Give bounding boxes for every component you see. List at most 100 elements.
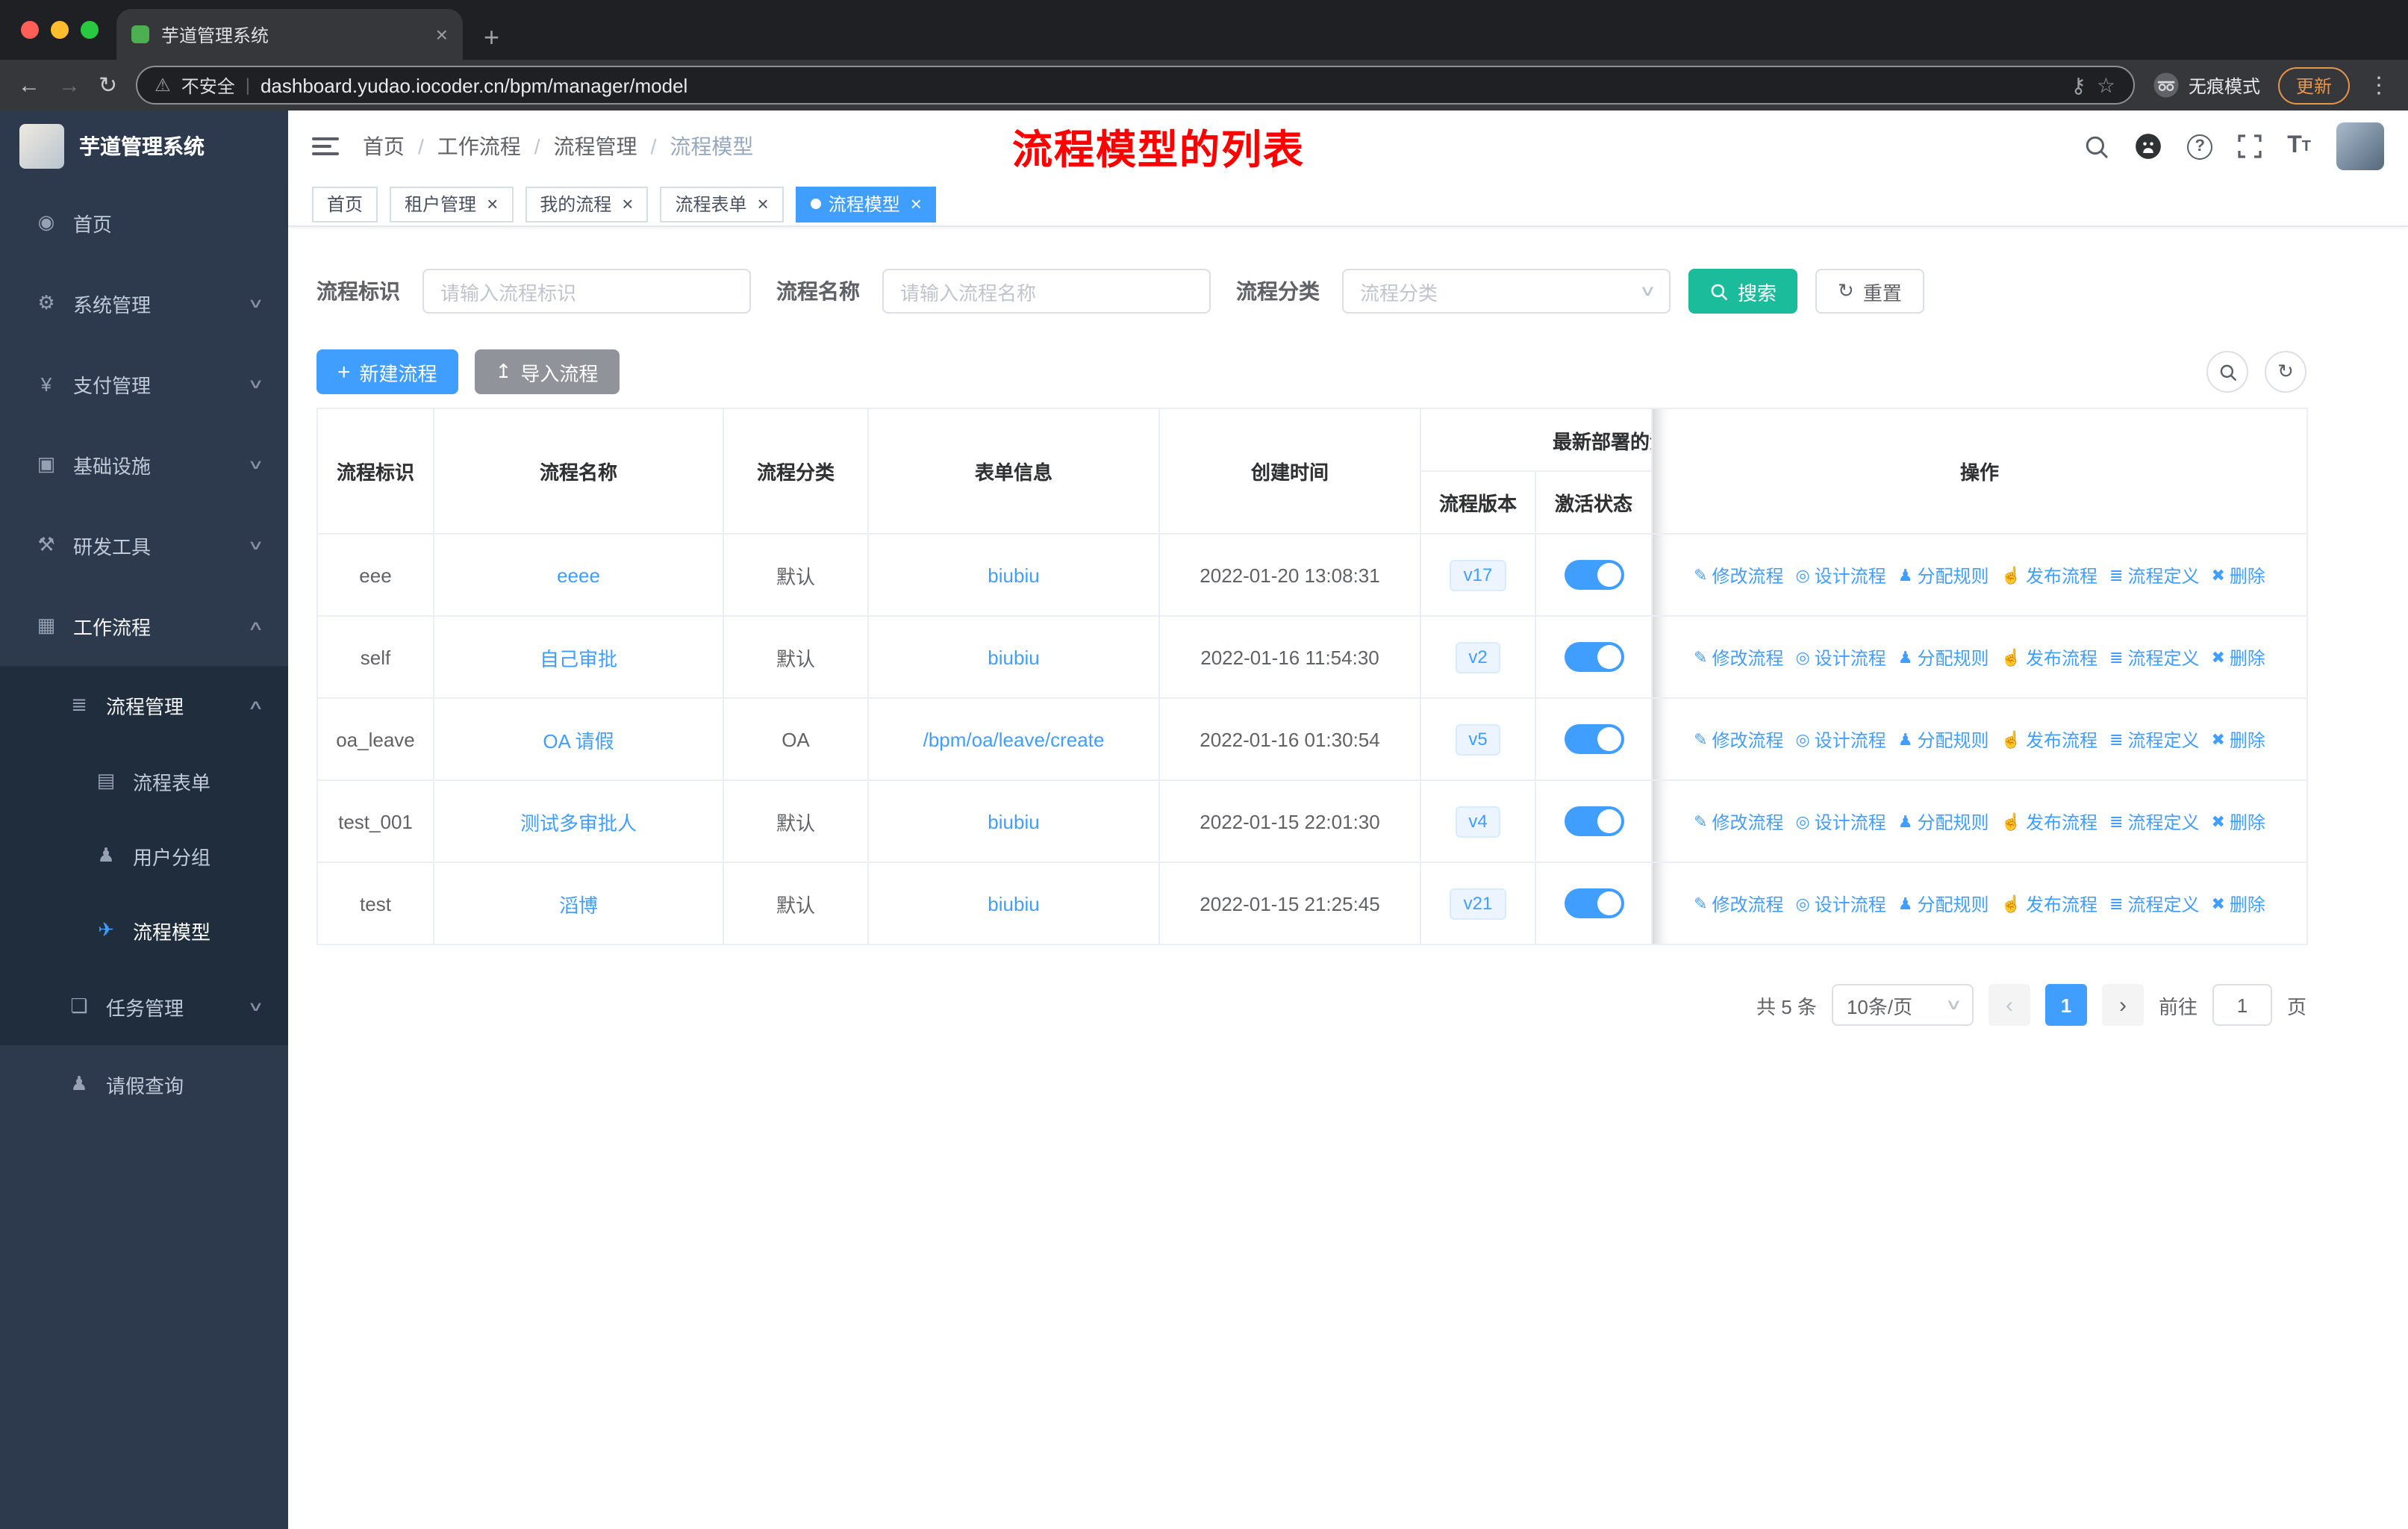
sidebar-item-task-management[interactable]: ❏ 任务管理 ∨ (0, 968, 288, 1045)
forward-button[interactable]: → (58, 72, 81, 98)
active-toggle[interactable] (1564, 888, 1623, 918)
password-key-icon[interactable]: ⚷ (2071, 72, 2086, 98)
action-modify-flow[interactable]: ✎ 修改流程 (1694, 891, 1783, 916)
form-info-link[interactable]: /bpm/oa/leave/create (923, 728, 1105, 750)
form-info-link[interactable]: biubiu (988, 646, 1039, 668)
tab-close-icon[interactable]: × (436, 22, 448, 46)
github-icon[interactable] (2135, 133, 2162, 160)
active-toggle[interactable] (1564, 724, 1623, 754)
action-flow-definition[interactable]: ≣ 流程定义 (2109, 644, 2199, 670)
back-button[interactable]: ← (18, 72, 40, 98)
collapse-sidebar-icon[interactable] (312, 137, 339, 155)
search-icon[interactable] (2084, 134, 2109, 159)
action-publish-flow[interactable]: ☝ 发布流程 (2001, 726, 2097, 752)
model-name-link[interactable]: OA 请假 (543, 729, 614, 752)
action-delete[interactable]: ✖ 删除 (2211, 644, 2265, 670)
action-design-flow[interactable]: ◎ 设计流程 (1796, 644, 1886, 670)
action-assign-rule[interactable]: ♟ 分配规则 (1898, 891, 1989, 916)
active-toggle[interactable] (1564, 642, 1623, 672)
user-avatar[interactable] (2336, 122, 2384, 170)
model-name-input[interactable]: 请输入流程名称 (882, 269, 1211, 314)
goto-page-input[interactable]: 1 (2212, 984, 2272, 1026)
browser-tab[interactable]: 芋道管理系统 × (116, 9, 463, 60)
breadcrumb-item[interactable]: 流程管理 (554, 131, 637, 161)
action-design-flow[interactable]: ◎ 设计流程 (1796, 726, 1886, 752)
action-flow-definition[interactable]: ≣ 流程定义 (2109, 891, 2199, 916)
form-info-link[interactable]: biubiu (988, 564, 1039, 586)
sidebar-item-infrastructure[interactable]: ▣ 基础设施 ∨ (0, 424, 288, 505)
font-size-icon[interactable]: TT (2287, 133, 2311, 160)
active-toggle[interactable] (1564, 806, 1623, 836)
sidebar-item-workflow[interactable]: ▦ 工作流程 ∧ (0, 585, 288, 666)
update-browser-button[interactable]: 更新 (2277, 66, 2350, 104)
search-button[interactable]: 搜索 (1688, 269, 1798, 314)
model-name-link[interactable]: 自己审批 (540, 647, 617, 670)
breadcrumb-item[interactable]: 工作流程 (437, 131, 521, 161)
action-design-flow[interactable]: ◎ 设计流程 (1796, 891, 1886, 916)
action-modify-flow[interactable]: ✎ 修改流程 (1694, 809, 1783, 834)
reload-button[interactable]: ↻ (99, 72, 117, 99)
form-info-link[interactable]: biubiu (988, 810, 1039, 832)
minimize-window-button[interactable] (51, 21, 69, 39)
reset-button[interactable]: ↻ 重置 (1815, 269, 1924, 314)
sidebar-item-payment-management[interactable]: ¥ 支付管理 ∨ (0, 343, 288, 424)
action-assign-rule[interactable]: ♟ 分配规则 (1898, 644, 1989, 670)
action-publish-flow[interactable]: ☝ 发布流程 (2001, 644, 2097, 670)
tab-tag-home[interactable]: 首页 (312, 186, 378, 222)
import-flow-button[interactable]: ↥ 导入流程 (474, 349, 620, 394)
model-name-link[interactable]: 滔博 (559, 894, 598, 916)
action-modify-flow[interactable]: ✎ 修改流程 (1694, 644, 1783, 670)
tab-tag-my-flow[interactable]: 我的流程 × (525, 186, 649, 222)
form-info-link[interactable]: biubiu (988, 892, 1039, 915)
sidebar-item-leave-query[interactable]: ♟ 请假查询 (0, 1045, 288, 1123)
action-assign-rule[interactable]: ♟ 分配规则 (1898, 726, 1989, 752)
action-publish-flow[interactable]: ☝ 发布流程 (2001, 891, 2097, 916)
sidebar-item-process-management[interactable]: ≣ 流程管理 ∧ (0, 666, 288, 744)
model-name-link[interactable]: 测试多审批人 (520, 812, 637, 834)
close-icon[interactable]: × (911, 194, 922, 214)
action-modify-flow[interactable]: ✎ 修改流程 (1694, 562, 1783, 588)
breadcrumb-item[interactable]: 首页 (363, 131, 405, 161)
zoom-window-button[interactable] (81, 21, 99, 39)
prev-page-button[interactable]: ‹ (1988, 984, 2030, 1026)
close-icon[interactable]: × (758, 194, 769, 214)
action-flow-definition[interactable]: ≣ 流程定义 (2109, 562, 2199, 588)
close-window-button[interactable] (21, 21, 39, 39)
action-delete[interactable]: ✖ 删除 (2211, 891, 2265, 916)
tab-tag-tenant-management[interactable]: 租户管理 × (390, 186, 514, 222)
action-flow-definition[interactable]: ≣ 流程定义 (2109, 809, 2199, 834)
action-delete[interactable]: ✖ 删除 (2211, 809, 2265, 834)
bookmark-star-icon[interactable]: ☆ (2097, 72, 2115, 98)
sidebar-item-dev-tools[interactable]: ⚒ 研发工具 ∨ (0, 505, 288, 585)
model-name-link[interactable]: eeee (557, 564, 600, 586)
help-icon[interactable]: ? (2187, 134, 2213, 159)
app-logo[interactable]: 芋道管理系统 (0, 110, 288, 182)
action-flow-definition[interactable]: ≣ 流程定义 (2109, 726, 2199, 752)
action-assign-rule[interactable]: ♟ 分配规则 (1898, 809, 1989, 834)
action-publish-flow[interactable]: ☝ 发布流程 (2001, 809, 2097, 834)
action-delete[interactable]: ✖ 删除 (2211, 562, 2265, 588)
active-toggle[interactable] (1564, 560, 1623, 590)
tab-tag-flow-model[interactable]: 流程模型 × (795, 186, 937, 222)
action-design-flow[interactable]: ◎ 设计流程 (1796, 562, 1886, 588)
sidebar-item-home[interactable]: ◉ 首页 (0, 182, 288, 263)
sidebar-item-process-model[interactable]: ✈ 流程模型 (0, 893, 288, 968)
category-select[interactable]: 流程分类 ∨ (1342, 269, 1671, 314)
close-icon[interactable]: × (487, 194, 498, 214)
refresh-table-button[interactable]: ↻ (2265, 351, 2306, 393)
close-icon[interactable]: × (622, 194, 633, 214)
new-tab-button[interactable]: + (484, 24, 499, 51)
action-modify-flow[interactable]: ✎ 修改流程 (1694, 726, 1783, 752)
action-delete[interactable]: ✖ 删除 (2211, 726, 2265, 752)
page-size-select[interactable]: 10条/页 ∨ (1831, 984, 1974, 1026)
next-page-button[interactable]: › (2101, 984, 2144, 1026)
action-publish-flow[interactable]: ☝ 发布流程 (2001, 562, 2097, 588)
toggle-search-button[interactable] (2206, 351, 2248, 393)
address-bar[interactable]: ⚠ 不安全 | dashboard.yudao.iocoder.cn/bpm/m… (135, 66, 2135, 105)
sidebar-item-process-form[interactable]: ▤ 流程表单 (0, 744, 288, 818)
model-id-input[interactable]: 请输入流程标识 (422, 269, 751, 314)
current-page-button[interactable]: 1 (2044, 984, 2087, 1026)
browser-menu-icon[interactable]: ⋮ (2368, 72, 2390, 99)
tab-tag-flow-form[interactable]: 流程表单 × (660, 186, 784, 222)
action-design-flow[interactable]: ◎ 设计流程 (1796, 809, 1886, 834)
